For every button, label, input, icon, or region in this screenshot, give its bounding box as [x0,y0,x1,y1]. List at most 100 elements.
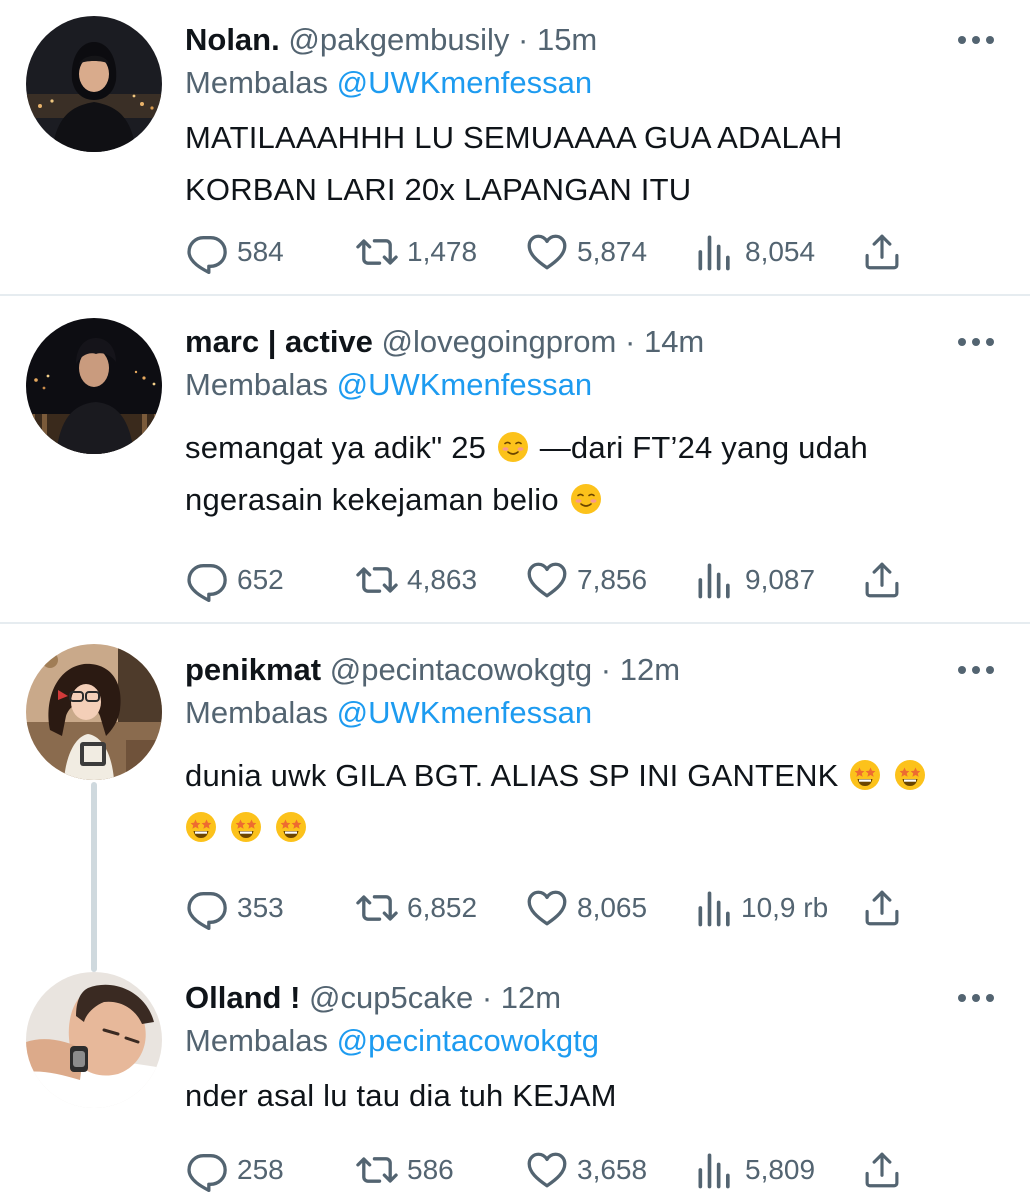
share-button[interactable] [861,886,903,930]
like-button[interactable]: 7,856 [525,558,647,602]
tweet-text-line: ngerasain kekejaman belio [185,474,985,526]
username-handle[interactable]: @pakgembusily [288,22,509,57]
reply-button[interactable]: 652 [185,558,284,602]
reply-button[interactable]: 258 [185,1148,284,1192]
heart-icon [525,558,569,602]
retweet-button[interactable]: 4,863 [353,558,477,602]
separator-dot: · [518,22,529,57]
like-count: 7,856 [577,564,648,595]
smiling-face-emoji [570,483,602,515]
views-button[interactable]: 8,054 [693,230,815,274]
reply-to-handle-link[interactable]: @UWKmenfessan [337,65,592,100]
retweet-button[interactable]: 1,478 [353,230,477,274]
views-button[interactable]: 10,9 rb [693,886,828,930]
share-button[interactable] [861,558,903,602]
username-handle[interactable]: @cup5cake [309,980,473,1015]
reply-to-handle-link[interactable]: @UWKmenfessan [337,695,592,730]
like-button[interactable]: 5,874 [525,230,647,274]
replying-to: Membalas @UWKmenfessan [185,365,592,405]
like-button[interactable]: 3,658 [525,1148,647,1192]
speech-bubble-icon [185,230,229,274]
views-count: 5,809 [745,1154,816,1185]
tweet[interactable]: penikmat @pecintacowokgtg · 12m Membalas… [0,624,1030,954]
timestamp[interactable]: 12m [501,980,561,1015]
retweet-button[interactable]: 586 [353,1148,454,1192]
retweet-arrows-icon [353,558,401,602]
timestamp[interactable]: 15m [537,22,597,57]
star-struck-emoji [894,759,926,791]
tweet[interactable]: Nolan. @pakgembusily · 15m Membalas @UWK… [0,0,1030,296]
timestamp[interactable]: 12m [620,652,680,687]
retweet-arrows-icon [353,1148,401,1192]
tweet-header: Nolan. @pakgembusily · 15m [185,20,597,60]
like-count: 8,065 [577,892,648,923]
tweet-text: nder asal lu tau dia tuh KEJAM [185,1070,985,1122]
speech-bubble-icon [185,1148,229,1192]
like-count: 5,874 [577,236,648,267]
tweet[interactable]: marc | active @lovegoingprom · 14m Memba… [0,296,1030,622]
display-name[interactable]: marc | active [185,324,373,359]
avatar[interactable] [26,644,162,780]
views-count: 10,9 rb [741,892,829,923]
speech-bubble-icon [185,886,229,930]
reply-to-handle-link[interactable]: @UWKmenfessan [337,367,592,402]
bar-chart-icon [693,558,737,602]
avatar[interactable] [26,972,162,1108]
heart-icon [525,230,569,274]
share-button[interactable] [861,1148,903,1192]
tweet-text-line: MATILAAAHHH LU SEMUAAAA GUA ADALAH [185,120,843,155]
views-button[interactable]: 9,087 [693,558,815,602]
star-struck-emoji [230,811,262,843]
replying-to: Membalas @pecintacowokgtg [185,1021,599,1061]
tweet-text-segment: ngerasain kekejaman belio [185,482,559,517]
separator-dot: · [600,652,612,687]
display-name[interactable]: Nolan. [185,22,280,57]
retweet-arrows-icon [353,230,401,274]
share-upload-icon [861,559,903,601]
username-handle[interactable]: @pecintacowokgtg [330,652,592,687]
star-struck-emoji [849,759,881,791]
share-button[interactable] [861,230,903,274]
tweet-text-line: dunia uwk GILA BGT. ALIAS SP INI GANTENK [185,750,985,802]
more-dots-icon[interactable] [958,34,994,46]
tweet-text-segment: —dari FT’24 yang udah [539,430,868,465]
avatar[interactable] [26,16,162,152]
tweet-text-segment: semangat ya adik" 25 [185,430,487,465]
tweet-header: penikmat @pecintacowokgtg · 12m [185,650,680,690]
star-struck-emoji [185,811,217,843]
reply-button[interactable]: 353 [185,886,284,930]
tweet-actions: 584 1,478 5,874 8,054 [185,230,925,274]
avatar[interactable] [26,318,162,454]
timestamp[interactable]: 14m [644,324,704,359]
reply-count: 652 [237,564,284,595]
reply-count: 258 [237,1154,284,1185]
reply-button[interactable]: 584 [185,230,284,274]
tweet-header: Olland ! @cup5cake · 12m [185,978,561,1018]
bar-chart-icon [693,886,737,930]
more-dots-icon[interactable] [958,664,994,676]
more-dots-icon[interactable] [958,336,994,348]
display-name[interactable]: penikmat [185,652,321,687]
tweet-text-line: KORBAN LARI 20x LAPANGAN ITU [185,172,692,207]
more-dots-icon[interactable] [958,992,994,1004]
views-button[interactable]: 5,809 [693,1148,815,1192]
tweet-actions: 258 586 3,658 5,809 [185,1148,925,1192]
tweet[interactable]: Olland ! @cup5cake · 12m Membalas @pecin… [0,954,1030,1200]
retweet-button[interactable]: 6,852 [353,886,477,930]
share-upload-icon [861,231,903,273]
reply-to-handle-link[interactable]: @pecintacowokgtg [337,1023,599,1058]
display-name[interactable]: Olland ! [185,980,300,1015]
tweet-actions: 353 6,852 8,065 10,9 rb [185,886,925,930]
username-handle[interactable]: @lovegoingprom [382,324,617,359]
bar-chart-icon [693,230,737,274]
retweet-arrows-icon [353,886,401,930]
tweet-text-segment: dunia uwk GILA BGT. ALIAS SP INI GANTENK [185,758,839,793]
tweet-text: dunia uwk GILA BGT. ALIAS SP INI GANTENK [185,750,985,854]
heart-icon [525,886,569,930]
share-upload-icon [861,1149,903,1191]
tweet-text-line: nder asal lu tau dia tuh KEJAM [185,1078,617,1113]
reply-count: 584 [237,236,284,267]
separator-dot: · [481,980,493,1015]
separator-dot: · [625,324,636,359]
like-button[interactable]: 8,065 [525,886,647,930]
